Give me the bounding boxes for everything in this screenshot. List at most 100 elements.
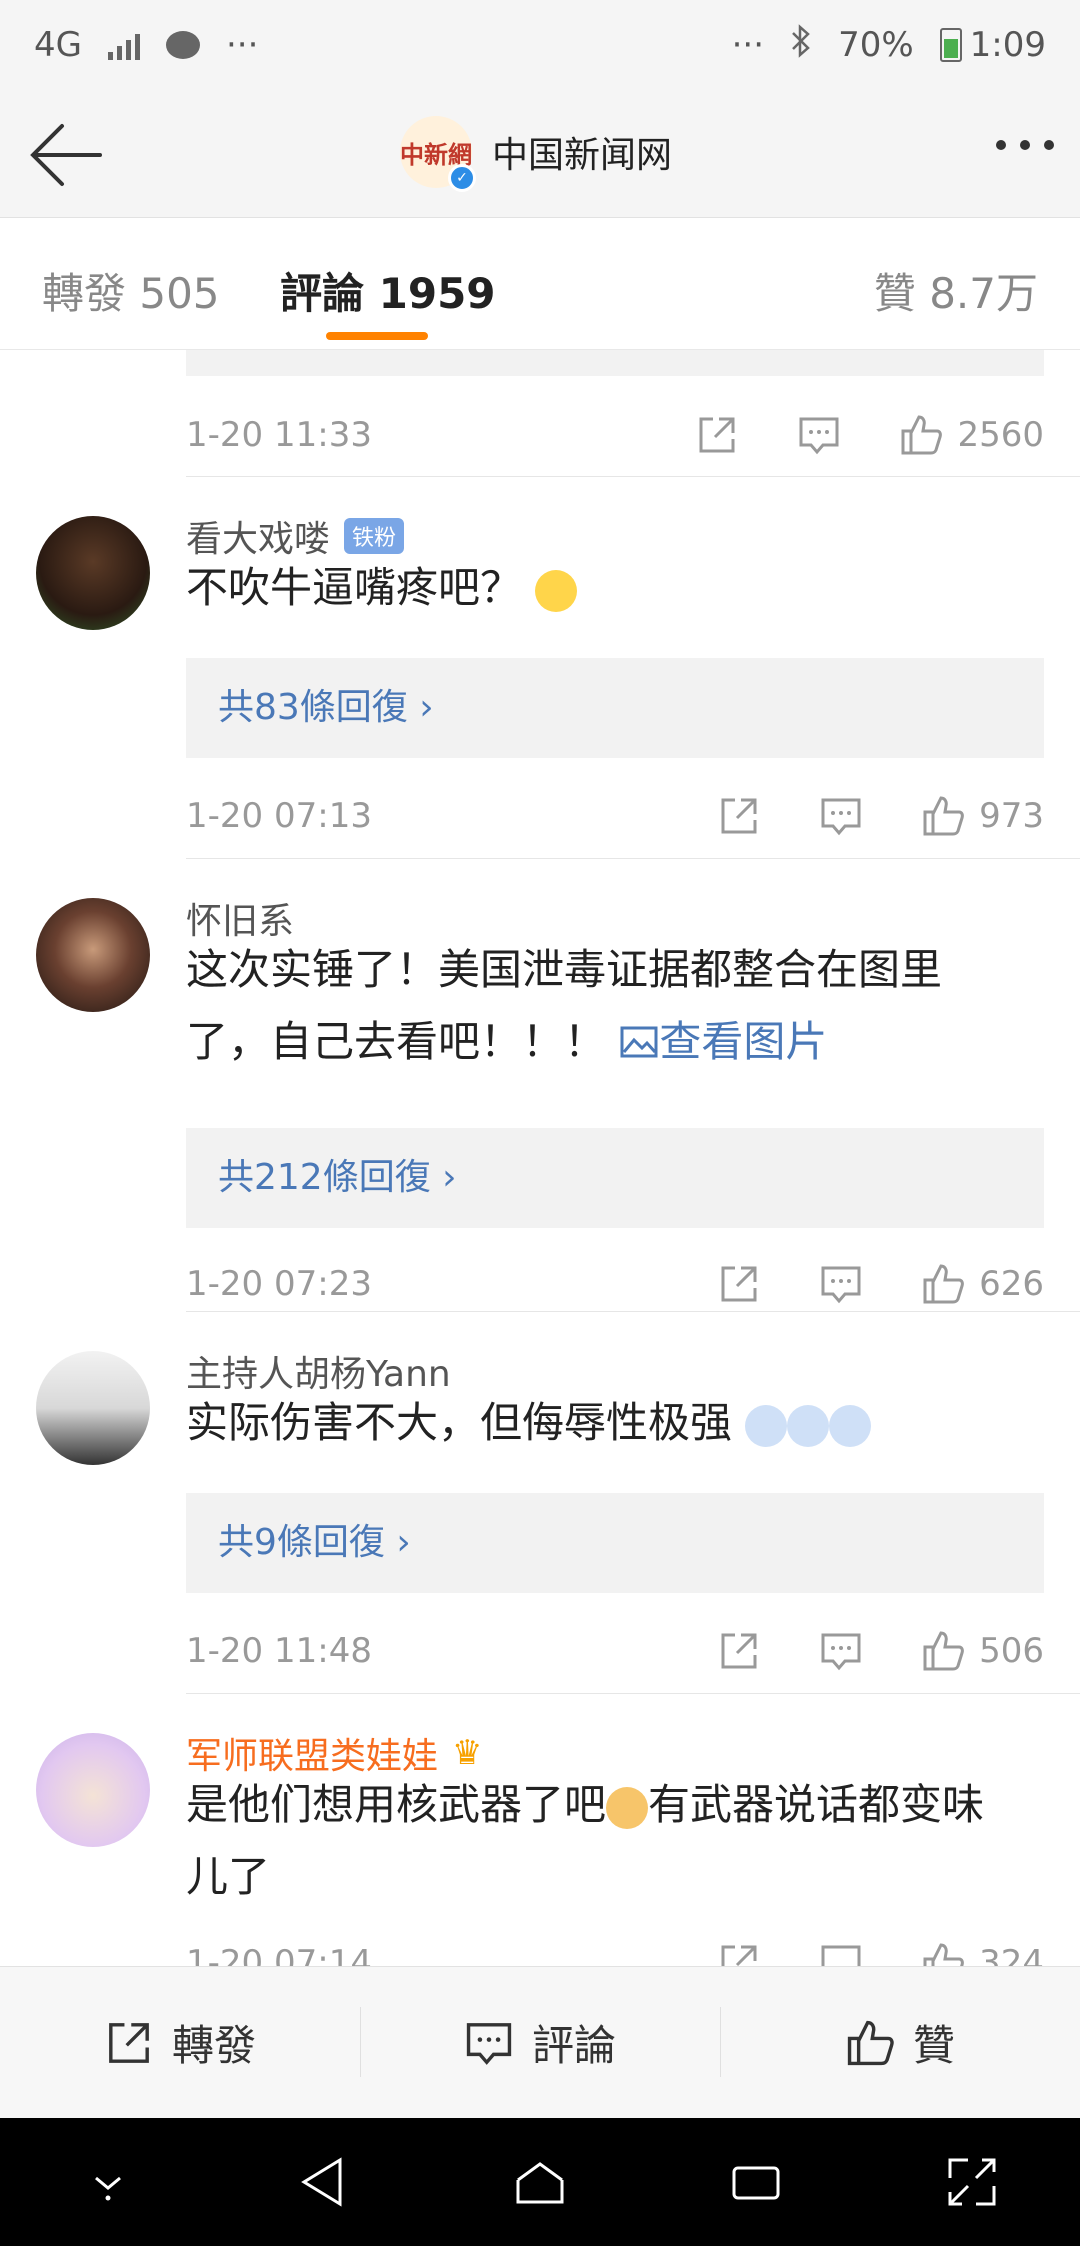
like-button[interactable]: 973 bbox=[921, 794, 1044, 838]
like-button[interactable]: 2560 bbox=[899, 413, 1044, 457]
view-image-link[interactable]: 查看图片 bbox=[619, 1017, 827, 1066]
comment-button[interactable]: 評論 bbox=[360, 1967, 720, 2118]
comment-text-content: 实际伤害不大，但侮辱性极强 bbox=[186, 1398, 733, 1447]
comment-meta-row: 1-20 07:14 324 bbox=[186, 1933, 1044, 1968]
status-dots-right: ··· bbox=[731, 25, 765, 65]
like-button[interactable]: 626 bbox=[921, 1262, 1044, 1306]
comment-icon[interactable] bbox=[819, 1941, 863, 1968]
comment-text: 是他们想用核武器了吧 有武器说话都变味 儿了 bbox=[186, 1769, 1056, 1913]
back-button[interactable] bbox=[26, 120, 106, 190]
divider bbox=[186, 476, 1080, 477]
previous-replies-box bbox=[186, 350, 1044, 376]
share-icon[interactable] bbox=[717, 794, 761, 838]
top-header: 中新網 ✓ 中国新闻网 bbox=[0, 90, 1080, 218]
user-avatar[interactable] bbox=[36, 516, 150, 630]
rotate-screen-icon[interactable] bbox=[942, 2152, 1002, 2212]
divider bbox=[186, 1311, 1080, 1312]
tab-bar: 轉發 505 評論 1959 贊 8.7万 bbox=[0, 218, 1080, 350]
like-count: 506 bbox=[979, 1631, 1044, 1671]
like-label[interactable]: 贊 bbox=[913, 2012, 955, 2073]
crown-icon: ♛ bbox=[452, 1733, 483, 1773]
thumbs-up-icon bbox=[923, 796, 964, 836]
like-count: 626 bbox=[979, 1264, 1044, 1304]
laughing-emoji-icon bbox=[535, 569, 578, 612]
comment-meta-row: 1-20 11:33 2560 bbox=[186, 405, 1044, 465]
comment-icon[interactable] bbox=[819, 1262, 863, 1306]
account-avatar[interactable]: 中新網 ✓ bbox=[400, 116, 476, 192]
account-header[interactable]: 中新網 ✓ 中国新闻网 bbox=[400, 116, 672, 192]
divider bbox=[186, 1693, 1080, 1694]
dog-emoji-icon bbox=[787, 1404, 830, 1447]
thumbs-up-icon bbox=[847, 2020, 894, 2065]
battery-icon bbox=[939, 28, 962, 62]
comment-time: 1-20 11:48 bbox=[186, 1631, 372, 1671]
signal-icon bbox=[107, 30, 140, 60]
like-count: 324 bbox=[979, 1943, 1044, 1968]
tab-likes[interactable]: 贊 8.7万 bbox=[874, 260, 1038, 321]
recents-nav-icon[interactable] bbox=[726, 2152, 786, 2212]
comment-text-line: 这次实锤了！美国泄毒证据都整合在图里 bbox=[186, 945, 943, 994]
like-button[interactable]: 324 bbox=[921, 1941, 1044, 1968]
status-dots-left: ··· bbox=[225, 25, 259, 65]
like-button[interactable]: 贊 bbox=[720, 1967, 1080, 2118]
notification-icon bbox=[165, 31, 200, 59]
comment-text-line: 儿了 bbox=[186, 1852, 271, 1901]
account-name[interactable]: 中国新闻网 bbox=[492, 126, 672, 178]
comment-icon bbox=[466, 2022, 512, 2065]
back-arrow-icon bbox=[30, 124, 102, 186]
share-icon[interactable] bbox=[717, 1262, 761, 1306]
fan-badge: 铁粉 bbox=[344, 518, 405, 554]
verified-icon: ✓ bbox=[448, 164, 476, 192]
share-icon[interactable] bbox=[695, 413, 739, 457]
comment-time: 1-20 11:33 bbox=[186, 415, 372, 455]
comment-time: 1-20 07:14 bbox=[186, 1943, 372, 1968]
comment-icon[interactable] bbox=[819, 1629, 863, 1673]
dog-emoji-icon bbox=[745, 1404, 788, 1447]
comment-time: 1-20 07:13 bbox=[186, 796, 372, 836]
comment-icon[interactable] bbox=[819, 794, 863, 838]
divider bbox=[186, 858, 1080, 859]
comment-text-content: 是他们想用核武器了吧 bbox=[186, 1780, 607, 1829]
comment-text: 实际伤害不大，但侮辱性极强 bbox=[186, 1387, 1056, 1459]
like-button[interactable]: 506 bbox=[921, 1629, 1044, 1673]
comment-text-content: 不吹牛逼嘴疼吧？ bbox=[186, 563, 523, 612]
view-replies-button[interactable]: 共9條回復 › bbox=[186, 1493, 1044, 1593]
bluetooth-icon bbox=[790, 23, 812, 67]
comment-time: 1-20 07:23 bbox=[186, 1264, 372, 1304]
bottom-action-bar: 轉發 評論 贊 bbox=[0, 1966, 1080, 2118]
clock: 1:09 bbox=[969, 25, 1046, 65]
thumbs-up-icon bbox=[923, 1631, 964, 1671]
thumbs-up-icon bbox=[923, 1264, 964, 1304]
user-avatar[interactable] bbox=[36, 898, 150, 1012]
comment-icon[interactable] bbox=[797, 413, 841, 457]
comment-meta-row: 1-20 11:48 506 bbox=[186, 1621, 1044, 1681]
thumbs-up-icon bbox=[901, 415, 943, 455]
comment-label[interactable]: 評論 bbox=[532, 2012, 616, 2073]
comment-text: 这次实锤了！美国泄毒证据都整合在图里 了，自己去看吧！！！ 查看图片 bbox=[186, 934, 1056, 1078]
like-count: 2560 bbox=[957, 415, 1044, 455]
home-nav-icon[interactable] bbox=[510, 2152, 570, 2212]
image-icon bbox=[620, 1026, 658, 1058]
tab-repost[interactable]: 轉發 505 bbox=[42, 260, 220, 321]
network-type: 4G bbox=[34, 25, 82, 65]
repost-label[interactable]: 轉發 bbox=[172, 2012, 256, 2073]
user-avatar[interactable] bbox=[36, 1733, 150, 1847]
share-icon[interactable] bbox=[717, 1629, 761, 1673]
battery-percent: 70% bbox=[838, 25, 914, 65]
user-avatar[interactable] bbox=[36, 1351, 150, 1465]
comment-list[interactable]: 1-20 11:33 2560 看大戏喽 铁粉 不吹牛逼嘴疼吧？ 共83條回復 … bbox=[0, 350, 1080, 1968]
thumbs-up-icon bbox=[923, 1943, 964, 1968]
more-options-icon[interactable] bbox=[996, 140, 1054, 150]
tab-comments[interactable]: 評論 1959 bbox=[280, 260, 496, 321]
hide-keyboard-icon[interactable] bbox=[78, 2152, 138, 2212]
back-nav-icon[interactable] bbox=[294, 2152, 354, 2212]
doge-emoji-icon bbox=[606, 1786, 649, 1829]
system-navigation-bar bbox=[0, 2118, 1080, 2246]
comment-text: 不吹牛逼嘴疼吧？ bbox=[186, 552, 1056, 624]
share-icon[interactable] bbox=[717, 1941, 761, 1968]
view-replies-button[interactable]: 共212條回復 › bbox=[186, 1128, 1044, 1228]
view-replies-button[interactable]: 共83條回復 › bbox=[186, 658, 1044, 758]
view-image-text[interactable]: 查看图片 bbox=[659, 1017, 827, 1066]
repost-button[interactable]: 轉發 bbox=[0, 1967, 360, 2118]
status-bar: 4G ··· ··· 70% 1:09 bbox=[0, 0, 1080, 90]
